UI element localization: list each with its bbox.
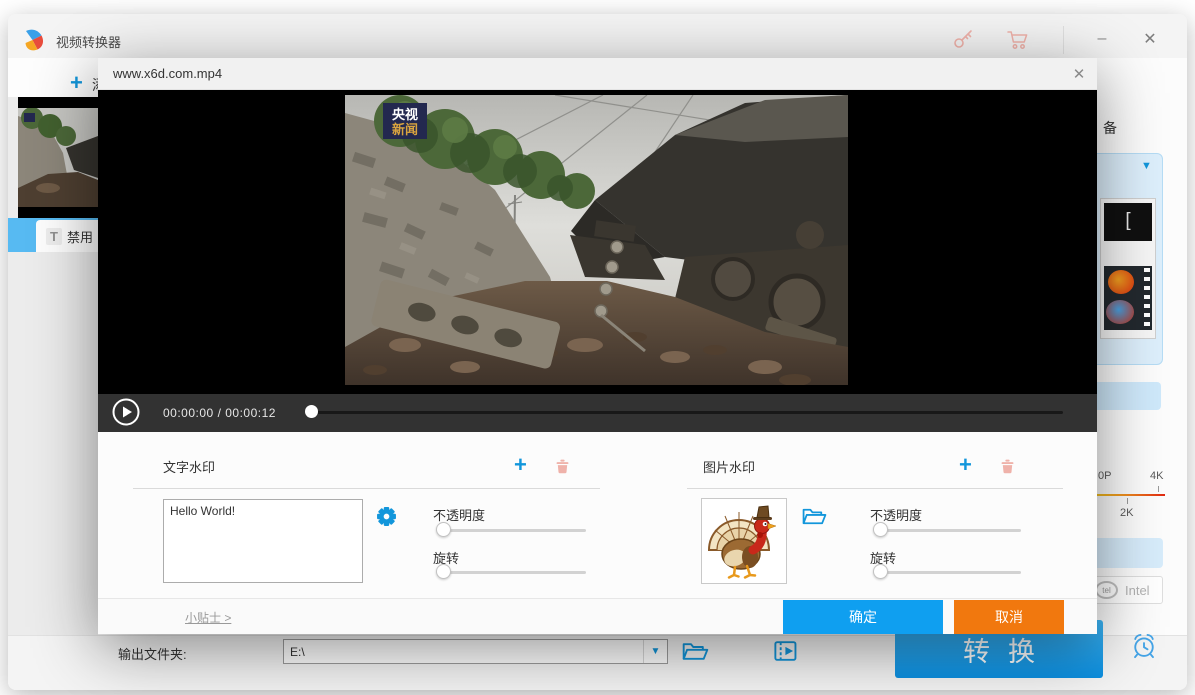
play-button[interactable] [112, 398, 140, 426]
browse-folder-icon[interactable] [682, 640, 709, 663]
intel-label: Intel [1125, 583, 1150, 598]
text-watermark-divider [133, 488, 600, 489]
open-output-file-icon[interactable] [773, 639, 799, 663]
tab-subtitle-disabled[interactable]: T 禁用 [36, 220, 98, 252]
cctv-logo-line1: 央视 [392, 107, 418, 122]
delete-image-watermark-icon[interactable] [999, 457, 1016, 475]
text-rotate-thumb[interactable] [436, 564, 451, 579]
image-opacity-thumb[interactable] [873, 522, 888, 537]
resolution-tick-2k [1127, 498, 1128, 504]
add-file-plus-icon[interactable]: + [70, 70, 83, 96]
format-thumb-dark[interactable]: [ [1104, 203, 1152, 241]
text-settings-gear-icon[interactable] [376, 506, 397, 527]
delete-text-watermark-icon[interactable] [554, 457, 571, 475]
resolution-slider[interactable] [1087, 494, 1165, 496]
time-current: 00:00:00 [163, 406, 214, 420]
close-button[interactable]: ✕ [1138, 28, 1162, 52]
video-thumbnail[interactable] [18, 97, 98, 218]
image-opacity-label: 不透明度 [870, 505, 922, 524]
video-preview[interactable]: 央视 新闻 [345, 95, 848, 385]
time-duration: 00:00:12 [225, 406, 276, 420]
watermark-image-preview[interactable] [701, 498, 787, 584]
resolution-tick-4k [1158, 486, 1159, 492]
resolution-label-2k: 2K [1120, 507, 1133, 519]
format-thumb-film[interactable] [1104, 266, 1152, 330]
toolbar: + 添 [8, 58, 98, 97]
image-opacity-slider[interactable] [875, 529, 1021, 532]
turkey-image [705, 502, 783, 580]
text-opacity-slider[interactable] [438, 529, 586, 532]
format-dropdown-icon[interactable]: ▼ [1141, 160, 1152, 172]
right-panel-partial-text: 备 [1103, 118, 1117, 138]
film-sprockets [1144, 268, 1150, 328]
output-folder-combobox[interactable]: E:\ ▼ [283, 639, 668, 664]
cancel-button[interactable]: 取消 [954, 600, 1064, 634]
dialog-close-icon[interactable]: ✕ [1068, 64, 1090, 86]
dialog-footer [98, 598, 1097, 634]
intel-badge: tel Intel [1089, 576, 1163, 604]
time-separator: / [218, 406, 222, 420]
cart-icon[interactable] [1006, 29, 1030, 51]
register-key-icon[interactable] [952, 28, 974, 50]
text-opacity-thumb[interactable] [436, 522, 451, 537]
image-watermark-divider [687, 488, 1063, 489]
resolution-label-4k: 4K [1150, 470, 1163, 482]
tips-link[interactable]: 小贴士 > [185, 609, 231, 626]
ok-button[interactable]: 确定 [783, 600, 943, 634]
screen: 视频转换器 – ✕ + 添 [0, 0, 1195, 695]
convert-button-label: 转换 [963, 630, 1053, 669]
browse-image-folder-icon[interactable] [802, 506, 827, 527]
cctv-logo-line2: 新闻 [392, 122, 418, 137]
image-rotate-slider[interactable] [875, 571, 1021, 574]
combo-dropdown-icon[interactable]: ▼ [643, 640, 667, 663]
tab-label: 禁用 [67, 227, 93, 246]
schedule-alarm-icon[interactable] [1130, 632, 1158, 660]
dialog-header[interactable] [98, 58, 1097, 90]
image-rotate-thumb[interactable] [873, 564, 888, 579]
watermark-text-input[interactable]: Hello World! [163, 499, 363, 583]
image-watermark-header: 图片水印 [703, 457, 755, 476]
resolution-label-1080p: 0P [1098, 470, 1111, 482]
app-title: 视频转换器 [56, 32, 121, 51]
text-opacity-label: 不透明度 [433, 505, 485, 524]
text-watermark-header: 文字水印 [163, 457, 215, 476]
video-thumbnail-image [18, 108, 98, 207]
app-logo-icon [22, 28, 46, 52]
seek-slider-thumb[interactable] [305, 405, 318, 418]
text-track-icon: T [46, 228, 62, 245]
intel-logo-icon: tel [1095, 581, 1118, 599]
seek-slider[interactable] [306, 411, 1063, 414]
add-image-watermark-button[interactable]: + [959, 456, 972, 474]
minimize-button[interactable]: – [1090, 28, 1114, 52]
text-rotate-slider[interactable] [438, 571, 586, 574]
right-panel-bar-2 [1087, 538, 1163, 568]
output-folder-label: 输出文件夹: [118, 644, 187, 663]
add-text-watermark-button[interactable]: + [514, 456, 527, 474]
track-tab-row: T 禁用 [8, 218, 98, 252]
titlebar-divider [1063, 26, 1064, 54]
output-folder-value: E:\ [284, 645, 643, 659]
dialog-title: www.x6d.com.mp4 [113, 66, 222, 81]
film-image-top [1108, 270, 1134, 294]
film-image-bottom [1106, 300, 1134, 324]
time-display: 00:00:00 / 00:00:12 [163, 406, 276, 420]
